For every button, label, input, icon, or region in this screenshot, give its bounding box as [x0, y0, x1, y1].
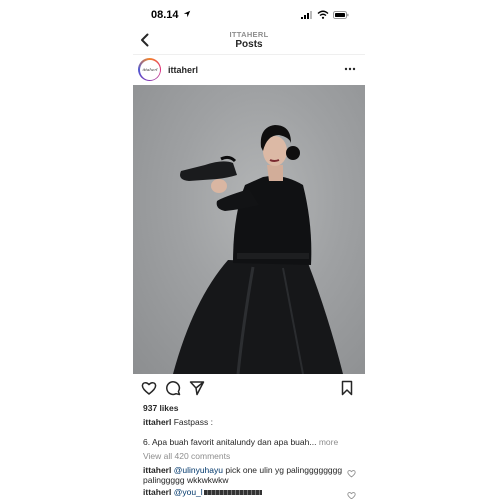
post-username[interactable]: ittaherl: [168, 65, 198, 75]
battery-icon: [333, 11, 349, 19]
location-arrow-icon: [183, 10, 191, 18]
likes-count[interactable]: 937 likes: [143, 403, 178, 413]
post-photo[interactable]: [133, 85, 365, 374]
status-time: 08.14: [151, 9, 179, 21]
status-bar: 08.14: [133, 6, 365, 22]
photo-illustration: [173, 125, 343, 374]
nav-header: ITTAHERL Posts: [133, 26, 365, 54]
avatar[interactable]: ittaherl: [138, 58, 161, 81]
page-title: Posts: [235, 39, 263, 50]
comment-username[interactable]: ittaherl: [143, 465, 171, 475]
post-header: ittaherl ittaherl: [133, 58, 365, 82]
caption-continued: 6. Apa buah favorit anitalundy dan apa b…: [143, 437, 338, 447]
caption-username[interactable]: ittaherl: [143, 417, 171, 427]
comment-username[interactable]: ittaherl: [143, 487, 171, 497]
ellipsis-icon[interactable]: [344, 64, 356, 74]
comment-like-icon[interactable]: [347, 491, 356, 499]
comment-like-icon[interactable]: [347, 469, 356, 478]
comment-item: ittaherl @you_l: [143, 487, 343, 497]
more-link[interactable]: more: [319, 437, 338, 447]
bookmark-icon[interactable]: [339, 380, 355, 396]
share-icon[interactable]: [189, 380, 205, 396]
redacted-text: [203, 490, 262, 496]
comment-mention[interactable]: @ulinyuhayu: [174, 465, 223, 475]
avatar-logo: ittaherl: [142, 66, 158, 72]
header-divider: [133, 54, 365, 55]
comment-mention[interactable]: @you_l: [174, 487, 203, 497]
wifi-icon: [317, 10, 329, 19]
caption: ittaherl Fastpass :: [143, 417, 213, 427]
comment-item: ittaherl @ulinyuhayu pick one ulin yg pa…: [143, 465, 343, 485]
post-actions: [133, 379, 365, 397]
caption-line-text: 6. Apa buah favorit anitalundy dan apa b…: [143, 437, 317, 447]
nav-account-name: ITTAHERL: [229, 30, 269, 39]
signal-icon: [301, 11, 312, 19]
comment-icon[interactable]: [165, 380, 181, 396]
heart-icon[interactable]: [141, 380, 157, 396]
caption-text: Fastpass :: [173, 417, 213, 427]
view-all-comments-link[interactable]: View all 420 comments: [143, 451, 230, 461]
phone-screen: 08.14 ITTAHERL Posts ittaherl ittaherl 9…: [133, 0, 365, 499]
